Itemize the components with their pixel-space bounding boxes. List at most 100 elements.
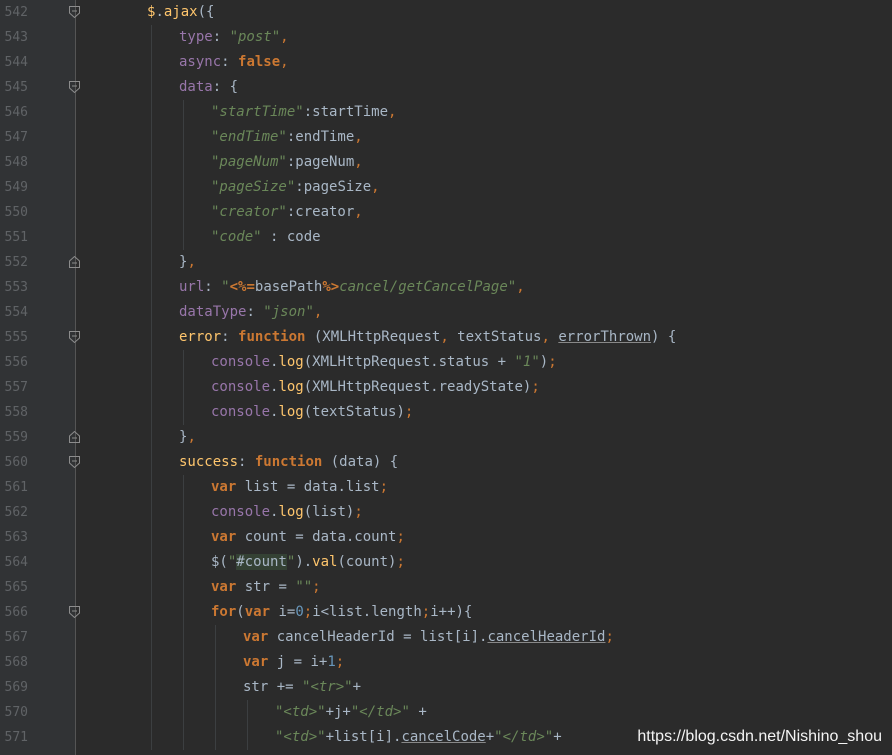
code-line[interactable]: 567 var cancelHeaderId = list[i].cancelHe… (0, 625, 892, 650)
code-line[interactable]: 565 var str = ""; (0, 575, 892, 600)
code-token: data (179, 79, 213, 95)
fold-open-icon[interactable] (69, 81, 80, 93)
code-text[interactable]: console.log(list); (211, 500, 363, 525)
code-text[interactable]: async: false, (179, 50, 289, 75)
code-text[interactable]: var j = i+1; (243, 650, 344, 675)
code-text[interactable]: "<td>"+j+"</td>" + (275, 700, 427, 725)
code-line[interactable]: 549 "pageSize":pageSize, (0, 175, 892, 200)
code-text[interactable]: error: function (XMLHttpRequest, textSta… (179, 325, 676, 350)
code-line[interactable]: 568 var j = i+1; (0, 650, 892, 675)
code-line[interactable]: 552}, (0, 250, 892, 275)
code-line[interactable]: 564 $("#count").val(count); (0, 550, 892, 575)
code-token: , (313, 304, 323, 320)
code-text[interactable]: "<td>"+list[i].cancelCode+"</td>"+ (275, 725, 562, 750)
code-token: ; (421, 604, 431, 620)
code-line[interactable]: 556 console.log(XMLHttpRequest.status + "… (0, 350, 892, 375)
code-text[interactable]: type: "post", (179, 25, 289, 50)
code-line[interactable]: 569 str += "<tr>"+ (0, 675, 892, 700)
code-token: (XMLHttpRequest.status + (303, 354, 515, 370)
code-line[interactable]: 544 async: false, (0, 50, 892, 75)
code-line[interactable]: 550 "creator":creator, (0, 200, 892, 225)
code-text[interactable]: "creator":creator, (211, 200, 363, 225)
code-token: var (211, 529, 237, 545)
code-token: $( (211, 554, 228, 570)
line-number: 550 (4, 205, 28, 220)
code-text[interactable]: console.log(XMLHttpRequest.readyState); (211, 375, 540, 400)
code-line[interactable]: 562 console.log(list); (0, 500, 892, 525)
code-token: i<list.length (312, 604, 422, 620)
line-number: 549 (4, 180, 28, 195)
code-line[interactable]: 561 var list = data.list; (0, 475, 892, 500)
code-line[interactable]: 560 success: function (data) { (0, 450, 892, 475)
code-token: ). (295, 554, 313, 570)
code-text[interactable]: var count = data.count; (211, 525, 405, 550)
code-text[interactable]: console.log(textStatus); (211, 400, 413, 425)
code-text[interactable]: "pageNum":pageNum, (211, 150, 363, 175)
code-text[interactable]: var list = data.list; (211, 475, 388, 500)
code-text[interactable]: var str = ""; (211, 575, 321, 600)
code-text[interactable]: "code" : code (211, 225, 321, 250)
code-token: async (179, 54, 222, 70)
code-token: type (179, 29, 213, 45)
code-text[interactable]: var cancelHeaderId = list[i].cancelHeade… (243, 625, 614, 650)
fold-open-icon[interactable] (69, 331, 80, 343)
code-line[interactable]: 545 data: { (0, 75, 892, 100)
code-editor[interactable]: 542 $.ajax({543 type: "post", 544 async: fal… (0, 0, 892, 755)
code-token: var (244, 604, 271, 620)
code-token: ajax (163, 4, 198, 20)
code-text[interactable]: success: function (data) { (179, 450, 398, 475)
code-line[interactable]: 557 console.log(XMLHttpRequest.readyState… (0, 375, 892, 400)
code-text[interactable]: data: { (179, 75, 238, 100)
code-line[interactable]: 553 url: "<%=basePath%>cancel/getCancelPa… (0, 275, 892, 300)
code-text[interactable]: }, (179, 250, 196, 275)
code-token: "post" (229, 29, 281, 45)
code-token: ; (548, 354, 557, 370)
code-token: console (211, 504, 271, 520)
code-line[interactable]: 547 "endTime":endTime, (0, 125, 892, 150)
code-token: , (354, 129, 363, 145)
code-text[interactable]: $.ajax({ (147, 0, 214, 25)
code-token: "</td>" (350, 704, 410, 720)
code-line[interactable]: 566 for(var i=0;i<list.length;i++){ (0, 600, 892, 625)
code-token: ; (379, 479, 389, 495)
code-text[interactable]: console.log(XMLHttpRequest.status + "1")… (211, 350, 557, 375)
code-line[interactable]: 558 console.log(textStatus); (0, 400, 892, 425)
code-text[interactable]: for(var i=0;i<list.length;i++){ (211, 600, 472, 625)
code-line[interactable]: 563 var count = data.count; (0, 525, 892, 550)
fold-end-icon[interactable] (69, 431, 80, 443)
fold-open-icon[interactable] (69, 606, 80, 618)
code-text[interactable]: $("#count").val(count); (211, 550, 405, 575)
code-token: <%= (229, 279, 255, 295)
code-token: errorThrown (558, 329, 652, 345)
line-number: 564 (4, 555, 28, 570)
fold-open-icon[interactable] (69, 456, 80, 468)
code-text[interactable]: dataType: "json", (179, 300, 322, 325)
code-line[interactable]: 551 "code" : code (0, 225, 892, 250)
code-line[interactable]: 559}, (0, 425, 892, 450)
code-line[interactable]: 542 $.ajax({ (0, 0, 892, 25)
code-text[interactable]: str += "<tr>"+ (243, 675, 361, 700)
code-line[interactable]: 548 "pageNum":pageNum, (0, 150, 892, 175)
code-text[interactable]: "startTime":startTime, (211, 100, 396, 125)
code-token: success (179, 454, 239, 470)
code-token: , (371, 179, 380, 195)
code-token: ; (396, 529, 405, 545)
code-token: : (238, 454, 255, 470)
code-text[interactable]: "endTime":endTime, (211, 125, 363, 150)
code-line[interactable]: 570 "<td>"+j+"</td>" + (0, 700, 892, 725)
code-text[interactable]: }, (179, 425, 196, 450)
fold-open-icon[interactable] (69, 6, 80, 18)
code-line[interactable]: 554 dataType: "json", (0, 300, 892, 325)
code-token: "pageSize" (211, 179, 296, 195)
code-line[interactable]: 555 error: function (XMLHttpRequest, text… (0, 325, 892, 350)
code-text[interactable]: "pageSize":pageSize, (211, 175, 380, 200)
code-text[interactable]: url: "<%=basePath%>cancel/getCancelPage"… (179, 275, 525, 300)
fold-end-icon[interactable] (69, 256, 80, 268)
code-token: count = data.count (236, 529, 397, 545)
line-number: 544 (4, 55, 28, 70)
code-token: :pageNum (286, 154, 355, 170)
code-token: , (354, 204, 363, 220)
code-line[interactable]: 543 type: "post", (0, 25, 892, 50)
code-token: ; (396, 554, 405, 570)
code-line[interactable]: 546 "startTime":startTime, (0, 100, 892, 125)
